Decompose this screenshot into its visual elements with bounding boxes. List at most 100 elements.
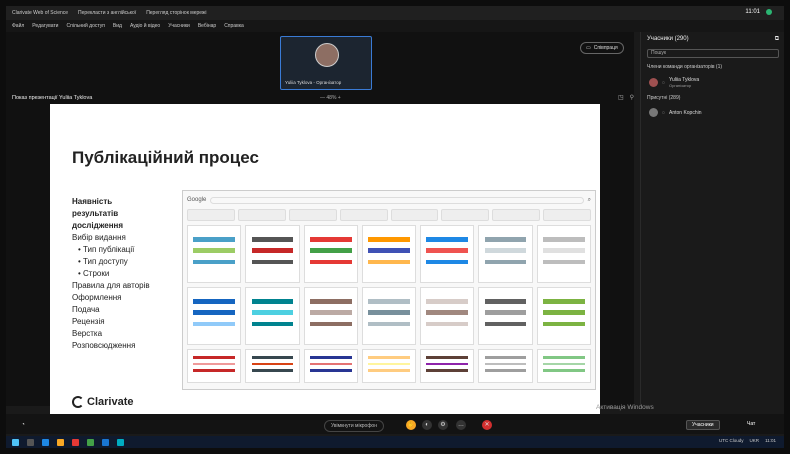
image-thumb	[245, 349, 300, 383]
filter-chip	[237, 209, 286, 221]
pin-icon[interactable]: ⚲	[630, 94, 634, 101]
edge-icon[interactable]	[42, 438, 49, 446]
language-label[interactable]: UKR	[750, 438, 760, 443]
participants-header[interactable]: Учасники (290)	[647, 36, 689, 43]
word-icon[interactable]	[102, 438, 109, 446]
list-item: • Строки	[78, 269, 110, 278]
image-thumb	[245, 287, 300, 345]
filter-chips	[187, 209, 591, 221]
image-thumb	[478, 225, 533, 283]
filter-chip	[187, 209, 235, 221]
mic-off-icon: ◌	[662, 109, 665, 116]
menu-item[interactable]: Редагувати	[32, 23, 58, 29]
chat-button-label: Чат	[747, 421, 756, 427]
pop-out-icon[interactable]: ◳	[618, 94, 624, 101]
system-tray: UTC Cloudy UKR 11:01	[719, 438, 776, 443]
list-item: дослідження	[72, 221, 124, 230]
list-item: Рецензія	[72, 317, 105, 326]
chat-button[interactable]: Чат	[742, 420, 760, 428]
logo-text: Clarivate	[87, 396, 134, 408]
raise-hand-icon[interactable]: ✋	[406, 420, 416, 430]
participants-button-label: Учасники	[692, 422, 714, 428]
image-thumb	[536, 225, 591, 283]
filter-chip	[339, 209, 388, 221]
explorer-icon[interactable]	[57, 438, 64, 446]
image-thumb	[420, 225, 475, 283]
section-organizers[interactable]: Члени команди організаторів (1)	[641, 60, 785, 74]
list-item: Вибір видання	[72, 233, 126, 242]
headset-icon[interactable]: ◐	[422, 420, 432, 430]
image-thumb	[245, 225, 300, 283]
search-icon[interactable]	[27, 438, 34, 446]
browser-tab-bar: Clarivate Web of Science Перекласти з ан…	[6, 6, 784, 20]
webex-icon[interactable]	[117, 438, 124, 446]
menu-item[interactable]: Спільний доступ	[66, 23, 104, 29]
avatar	[315, 43, 339, 67]
menu-item[interactable]: Вид	[113, 23, 122, 29]
status-area: 11:01	[745, 9, 772, 15]
mic-button[interactable]: Увімкнути мікрофон	[324, 420, 384, 432]
image-grid	[187, 225, 591, 385]
avatar	[649, 78, 658, 87]
slide-list: Наявність результатів дослідження Вибір …	[72, 196, 182, 352]
presentation-slide: Публікаційний процес Наявність результат…	[50, 104, 600, 414]
menu-item[interactable]: Справка	[224, 23, 244, 29]
more-icon[interactable]: …	[456, 420, 466, 430]
google-logo: Google	[187, 197, 207, 203]
zoom-control[interactable]: — 48% +	[320, 95, 341, 101]
settings-icon[interactable]: ⚙	[438, 420, 448, 430]
share-label: Показ презентації Yuliia Tyklova	[12, 95, 93, 101]
menu-item[interactable]: Аудіо й відео	[130, 23, 160, 29]
browser-tab[interactable]: Clarivate Web of Science	[12, 10, 68, 16]
image-thumb	[420, 287, 475, 345]
app-icon[interactable]	[87, 438, 94, 446]
collab-label: Співпраця	[593, 45, 618, 51]
windows-taskbar: UTC Cloudy UKR 11:01	[6, 436, 784, 448]
menu-item[interactable]: Файл	[12, 23, 24, 29]
windows-watermark: Активація Windows	[596, 404, 654, 411]
image-thumb	[536, 287, 591, 345]
pop-out-icon[interactable]: ⧉	[775, 36, 779, 43]
browser-tab[interactable]: Перегляд сторінок мережі	[146, 10, 206, 16]
participant-item[interactable]: ◌ Yuliia Tyklova Організатор	[641, 74, 785, 91]
participant-item[interactable]: ◌ Anton Kopchin	[641, 105, 785, 120]
filter-chip	[288, 209, 337, 221]
search-icon: ⌕	[587, 196, 591, 203]
google-images-screenshot: Google ⌕	[182, 190, 596, 390]
image-thumb	[303, 349, 358, 383]
image-thumb	[420, 349, 475, 383]
image-thumb	[187, 349, 242, 383]
section-attendees[interactable]: Присутні (289)	[641, 91, 785, 105]
collaboration-button[interactable]: ▭ Співпраця	[580, 42, 624, 54]
participants-button[interactable]: Учасники	[686, 420, 720, 430]
browser-tab[interactable]: Перекласти з англійської	[78, 10, 136, 16]
image-thumb	[478, 349, 533, 383]
menu-bar: Файл Редагувати Спільний доступ Вид Ауді…	[6, 20, 784, 32]
participant-info: Yuliia Tyklova Організатор	[669, 77, 699, 88]
video-tile[interactable]: Yuliia Tyklova - Організатор	[280, 36, 372, 90]
image-thumb	[303, 225, 358, 283]
menu-item[interactable]: Учасники	[168, 23, 190, 29]
menu-item[interactable]: Вебінар	[198, 23, 216, 29]
leave-call-button[interactable]: ✕	[482, 420, 492, 430]
mic-label: Увімкнути мікрофон	[331, 423, 377, 429]
list-item: Наявність	[72, 197, 113, 206]
image-thumb	[361, 287, 417, 345]
windows-start-icon[interactable]	[12, 438, 19, 446]
logo-mark-icon	[72, 396, 84, 408]
image-thumb	[303, 287, 358, 345]
chat-bubble-icon[interactable]: ◔	[18, 420, 28, 430]
weather-label: UTC Cloudy	[719, 438, 744, 443]
chrome-icon[interactable]	[72, 438, 79, 446]
image-thumb	[361, 225, 417, 283]
list-item: Правила для авторів	[72, 281, 150, 290]
tray-clock[interactable]: 11:01	[765, 438, 776, 443]
stage-icons: ◳ ⚲	[618, 94, 634, 101]
list-item: результатів	[72, 209, 119, 218]
list-item: • Тип доступу	[78, 257, 128, 266]
meeting-controls: ◔ Увімкнути мікрофон ✋ ◐ ⚙ … ✕ Учасники …	[6, 414, 784, 434]
mic-off-icon: ◌	[662, 79, 665, 86]
participant-search-input[interactable]: Пошук	[647, 49, 779, 58]
slide-title: Публікаційний процес	[72, 148, 259, 167]
list-item: Розповсюдження	[72, 341, 136, 350]
